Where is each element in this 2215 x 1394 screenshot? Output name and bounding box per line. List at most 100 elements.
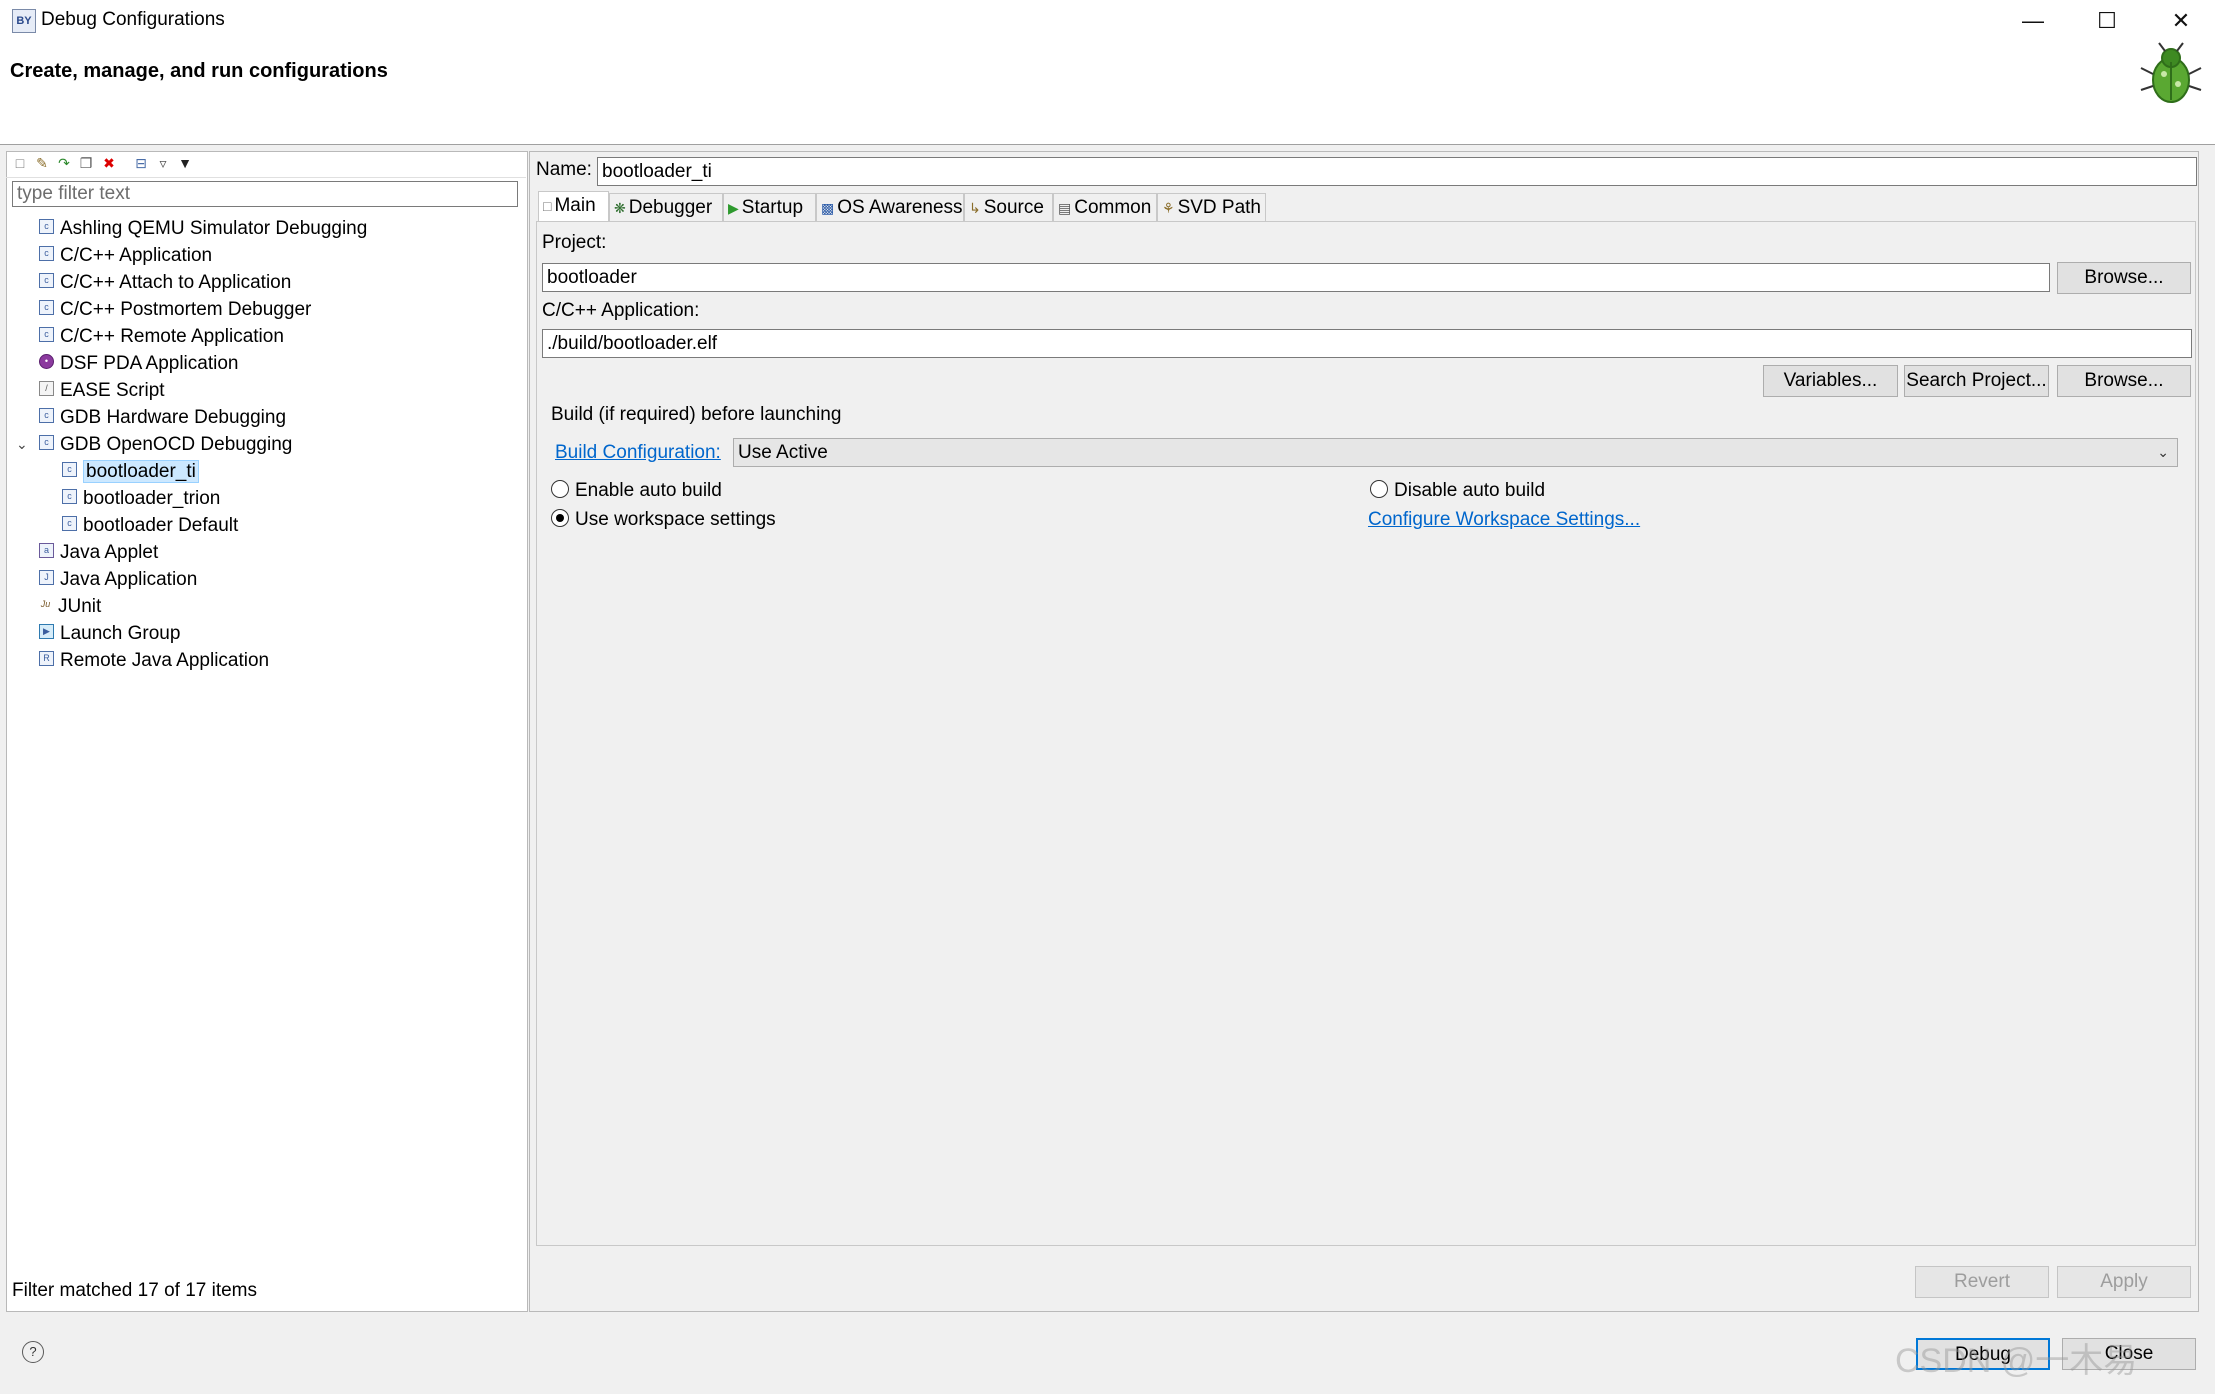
tree-item[interactable]: R Remote Java Application <box>39 647 269 674</box>
tab-source[interactable]: ↳ Source <box>964 193 1053 221</box>
name-input[interactable]: bootloader_ti <box>597 157 2197 186</box>
tree-item-label: bootloader Default <box>83 515 239 536</box>
tree-item-label: bootloader_trion <box>83 488 221 509</box>
tab-main[interactable]: □ Main <box>538 191 609 221</box>
c-config-icon: c <box>62 462 77 478</box>
configure-workspace-settings-link[interactable]: Configure Workspace Settings... <box>1368 509 1640 531</box>
filter-input[interactable] <box>12 181 518 207</box>
tab-svd-path[interactable]: ⚘ SVD Path <box>1157 193 1266 221</box>
tree-item[interactable]: c C/C++ Application <box>39 242 212 269</box>
tree-item-label: GDB Hardware Debugging <box>60 407 287 428</box>
duplicate-icon[interactable]: ❐ <box>78 155 94 171</box>
tab-label: Debugger <box>628 197 713 218</box>
tree-item[interactable]: c GDB Hardware Debugging <box>39 404 286 431</box>
minimize-icon[interactable]: — <box>1998 0 2068 42</box>
tree-item[interactable]: c bootloader_trion <box>62 485 220 512</box>
tree-item[interactable]: • DSF PDA Application <box>39 350 238 377</box>
tab-label: SVD Path <box>1177 197 1261 218</box>
new-prototype-icon[interactable]: ✎ <box>34 155 50 171</box>
delete-icon[interactable]: ✖ <box>101 155 117 171</box>
source-tab-icon: ↳ <box>969 200 981 216</box>
dialog-header <box>0 42 2215 145</box>
tab-common[interactable]: ▤ Common <box>1053 193 1157 221</box>
radio-checked-icon <box>551 508 569 527</box>
tree-item-label: C/C++ Postmortem Debugger <box>60 299 312 320</box>
svd-path-tab-icon: ⚘ <box>1162 200 1175 216</box>
tree-item-label: Java Applet <box>60 542 159 563</box>
tree-item-bootloader-ti[interactable]: c bootloader_ti <box>62 458 199 485</box>
watermark: CSDN @一木易 <box>1895 1342 2138 1380</box>
c-config-icon: c <box>39 327 54 343</box>
tree-item[interactable]: c Ashling QEMU Simulator Debugging <box>39 215 367 242</box>
apply-button[interactable]: Apply <box>2057 1266 2191 1298</box>
tree-item-label: GDB OpenOCD Debugging <box>60 434 293 455</box>
tab-debugger[interactable]: ❋ Debugger <box>609 193 723 221</box>
build-configuration-select[interactable]: Use Active ⌄ <box>733 438 2178 467</box>
disable-auto-build-radio[interactable]: Disable auto build <box>1370 479 1546 502</box>
header-title: Create, manage, and run configurations <box>10 60 388 82</box>
common-tab-icon: ▤ <box>1058 200 1072 216</box>
new-config-icon[interactable]: □ <box>12 155 28 171</box>
tree-item[interactable]: / EASE Script <box>39 377 165 404</box>
tree-item[interactable]: c C/C++ Attach to Application <box>39 269 291 296</box>
tab-label: Source <box>983 197 1044 218</box>
project-input[interactable]: bootloader <box>542 263 2050 292</box>
build-configuration-link[interactable]: Build Configuration: <box>555 442 721 464</box>
enable-auto-build-radio[interactable]: Enable auto build <box>551 479 722 502</box>
tree-item-label: bootloader_ti <box>83 460 199 483</box>
script-icon: / <box>39 381 54 397</box>
browse-project-button[interactable]: Browse... <box>2057 262 2191 294</box>
name-label: Name: <box>536 159 592 180</box>
tree-item[interactable]: Ju JUnit <box>39 593 102 620</box>
tab-startup[interactable]: ▶ Startup <box>723 193 816 221</box>
tree-item[interactable]: ▶ Launch Group <box>39 620 180 647</box>
export-icon[interactable]: ↷ <box>56 155 72 171</box>
tree-item-label: C/C++ Application <box>60 245 213 266</box>
tree-item[interactable]: c GDB OpenOCD Debugging <box>39 431 292 458</box>
tree-item-label: Launch Group <box>60 623 181 644</box>
tree-item[interactable]: a Java Applet <box>39 539 158 566</box>
launch-group-icon: ▶ <box>39 624 54 640</box>
variables-button[interactable]: Variables... <box>1763 365 1898 397</box>
tree-item[interactable]: c bootloader Default <box>62 512 238 539</box>
title-bar <box>0 0 2215 42</box>
pda-icon: • <box>39 354 54 370</box>
browse-application-button[interactable]: Browse... <box>2057 365 2191 397</box>
c-config-icon: c <box>39 246 54 262</box>
tree-item-label: C/C++ Remote Application <box>60 326 284 347</box>
tree-item-label: Remote Java Application <box>60 650 270 671</box>
tree-item[interactable]: c C/C++ Postmortem Debugger <box>39 296 311 323</box>
maximize-icon[interactable]: ☐ <box>2072 0 2142 42</box>
close-icon[interactable]: ✕ <box>2146 0 2215 42</box>
collapse-all-icon[interactable]: ⊟ <box>133 155 149 171</box>
startup-tab-icon: ▶ <box>728 200 739 216</box>
debug-config-icon: BY <box>12 9 36 33</box>
chevron-down-icon: ⌄ <box>2157 444 2169 460</box>
tab-os-awareness[interactable]: ▩ OS Awareness <box>816 193 964 221</box>
os-awareness-tab-icon: ▩ <box>821 200 835 216</box>
search-project-button[interactable]: Search Project... <box>1904 365 2049 397</box>
menu-dropdown-icon[interactable]: ▼ <box>177 155 193 171</box>
help-icon[interactable]: ? <box>22 1341 44 1363</box>
radio-label: Use workspace settings <box>575 509 776 530</box>
tree-item-label: C/C++ Attach to Application <box>60 272 292 293</box>
tree-item-label: EASE Script <box>60 380 165 401</box>
tree-item[interactable]: c C/C++ Remote Application <box>39 323 284 350</box>
use-workspace-settings-radio[interactable]: Use workspace settings <box>551 508 776 531</box>
remote-java-icon: R <box>39 651 54 667</box>
radio-label: Disable auto build <box>1394 480 1546 501</box>
tree-item-label: DSF PDA Application <box>60 353 239 374</box>
main-tab-icon: □ <box>543 198 552 214</box>
project-label: Project: <box>542 232 607 253</box>
filter-icon[interactable]: ▿ <box>155 155 171 171</box>
radio-icon <box>551 479 569 498</box>
tree-item[interactable]: J Java Application <box>39 566 197 593</box>
chevron-down-icon[interactable]: ⌄ <box>16 436 28 453</box>
java-app-icon: J <box>39 570 54 586</box>
revert-button[interactable]: Revert <box>1915 1266 2049 1298</box>
application-input[interactable]: ./build/bootloader.elf <box>542 329 2192 358</box>
build-group-title: Build (if required) before launching <box>551 404 842 425</box>
application-label: C/C++ Application: <box>542 300 700 321</box>
c-config-icon: c <box>39 219 54 235</box>
c-config-icon: c <box>39 408 54 424</box>
